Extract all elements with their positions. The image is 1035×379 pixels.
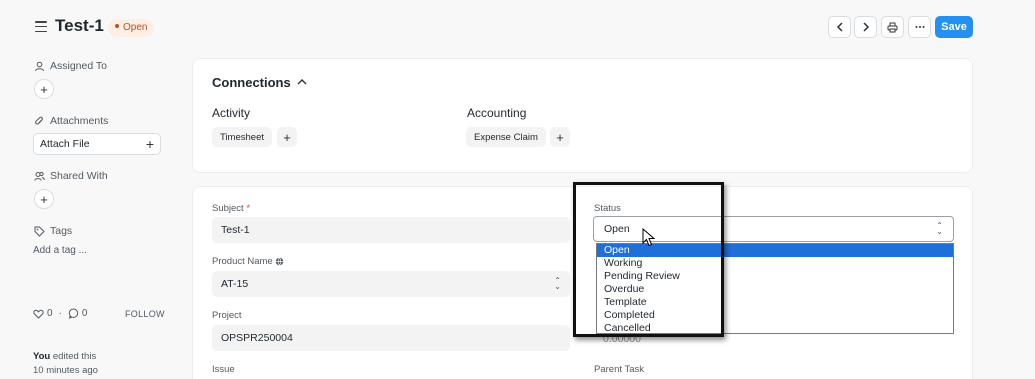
status-option-template[interactable]: Template [597, 296, 953, 309]
heart-icon[interactable] [33, 309, 44, 319]
likes-comments: 0 · 0 [33, 308, 87, 319]
tags-label: Tags [34, 225, 72, 237]
add-share-button[interactable]: + [34, 189, 54, 209]
save-button[interactable]: Save [935, 16, 973, 38]
project-input[interactable]: OPSPR250004 [212, 325, 570, 351]
comment-icon[interactable] [68, 308, 79, 319]
product-name-select[interactable]: AT-15 ⌃ ⌄ [212, 271, 570, 297]
status-option-pending-review[interactable]: Pending Review [597, 270, 953, 283]
select-arrows-icon: ⌃ ⌄ [554, 276, 561, 291]
issue-label: Issue [212, 364, 235, 375]
connections-card [192, 58, 973, 173]
likes-count: 0 [47, 308, 53, 319]
expense-claim-link[interactable]: Expense Claim [466, 127, 546, 147]
activity-time: 10 minutes ago [33, 365, 98, 376]
printer-icon [887, 22, 898, 32]
status-dropdown-list[interactable]: Open Working Pending Review Overdue Temp… [596, 243, 954, 334]
product-name-label-text: Product Name [212, 256, 273, 267]
status-option-cancelled[interactable]: Cancelled [597, 322, 953, 335]
activity-action: edited this [52, 351, 97, 362]
chevron-left-icon [836, 22, 843, 32]
timesheet-link[interactable]: Timesheet [212, 127, 272, 147]
page-title: Test-1 [55, 16, 104, 35]
product-name-label: Product Name [212, 256, 284, 267]
status-select-value: Open [604, 223, 630, 235]
follow-button[interactable]: FOLLOW [125, 309, 165, 319]
tags-text: Tags [50, 225, 73, 237]
parent-task-label: Parent Task [594, 364, 644, 375]
connection-group-activity: Activity [212, 106, 251, 120]
ellipsis-icon [915, 26, 924, 28]
user-icon [35, 61, 44, 71]
add-assignee-button[interactable]: + [34, 79, 54, 99]
status-badge: Open [108, 19, 155, 37]
chevron-right-icon [862, 22, 869, 32]
status-label: Status [594, 203, 621, 214]
product-name-value: AT-15 [221, 278, 249, 290]
subject-label: Subject * [212, 203, 250, 214]
next-doc-button[interactable] [854, 16, 877, 38]
assigned-to-text: Assigned To [50, 60, 108, 72]
attachments-text: Attachments [50, 115, 109, 127]
status-option-working[interactable]: Working [597, 257, 953, 270]
subject-label-text: Subject [212, 203, 244, 214]
add-timesheet-button[interactable]: + [277, 127, 297, 147]
shared-with-text: Shared With [50, 170, 108, 182]
shared-with-label: Shared With [34, 170, 108, 182]
add-tag-link[interactable]: Add a tag ... [33, 245, 87, 256]
chevron-up-icon[interactable] [297, 78, 307, 86]
attachments-label: Attachments [34, 115, 108, 127]
comments-count: 0 [81, 308, 88, 319]
attach-file-label: Attach File [40, 138, 90, 150]
activity-user: You [33, 351, 51, 362]
status-dot-icon [115, 24, 119, 29]
select-arrows-icon: ⌃ ⌄ [936, 221, 943, 236]
previous-doc-button[interactable] [828, 16, 851, 38]
status-badge-label: Open [123, 22, 148, 33]
subject-input[interactable]: Test-1 [212, 217, 570, 243]
status-select[interactable]: Open ⌃ ⌄ [593, 216, 954, 242]
add-expense-claim-button[interactable]: + [550, 127, 570, 147]
status-option-overdue[interactable]: Overdue [597, 283, 953, 296]
tag-icon [34, 226, 45, 237]
activity-note: You edited this 10 minutes ago [33, 350, 98, 378]
connection-group-accounting: Accounting [467, 106, 527, 120]
paperclip-icon [35, 116, 43, 125]
assigned-to-label: Assigned To [34, 60, 107, 72]
status-option-open[interactable]: Open [597, 244, 953, 257]
status-option-completed[interactable]: Completed [597, 309, 953, 322]
plus-icon: + [145, 136, 154, 152]
globe-icon [276, 257, 284, 266]
users-icon [34, 171, 45, 181]
separator-dot: · [58, 308, 62, 319]
more-actions-button[interactable] [908, 16, 931, 38]
connections-title: Connections [212, 75, 291, 90]
required-marker: * [246, 203, 251, 214]
print-button[interactable] [881, 16, 904, 38]
project-label: Project [212, 310, 242, 321]
sidebar-toggle-icon[interactable] [35, 21, 47, 32]
attach-file-button[interactable]: Attach File + [33, 133, 161, 155]
